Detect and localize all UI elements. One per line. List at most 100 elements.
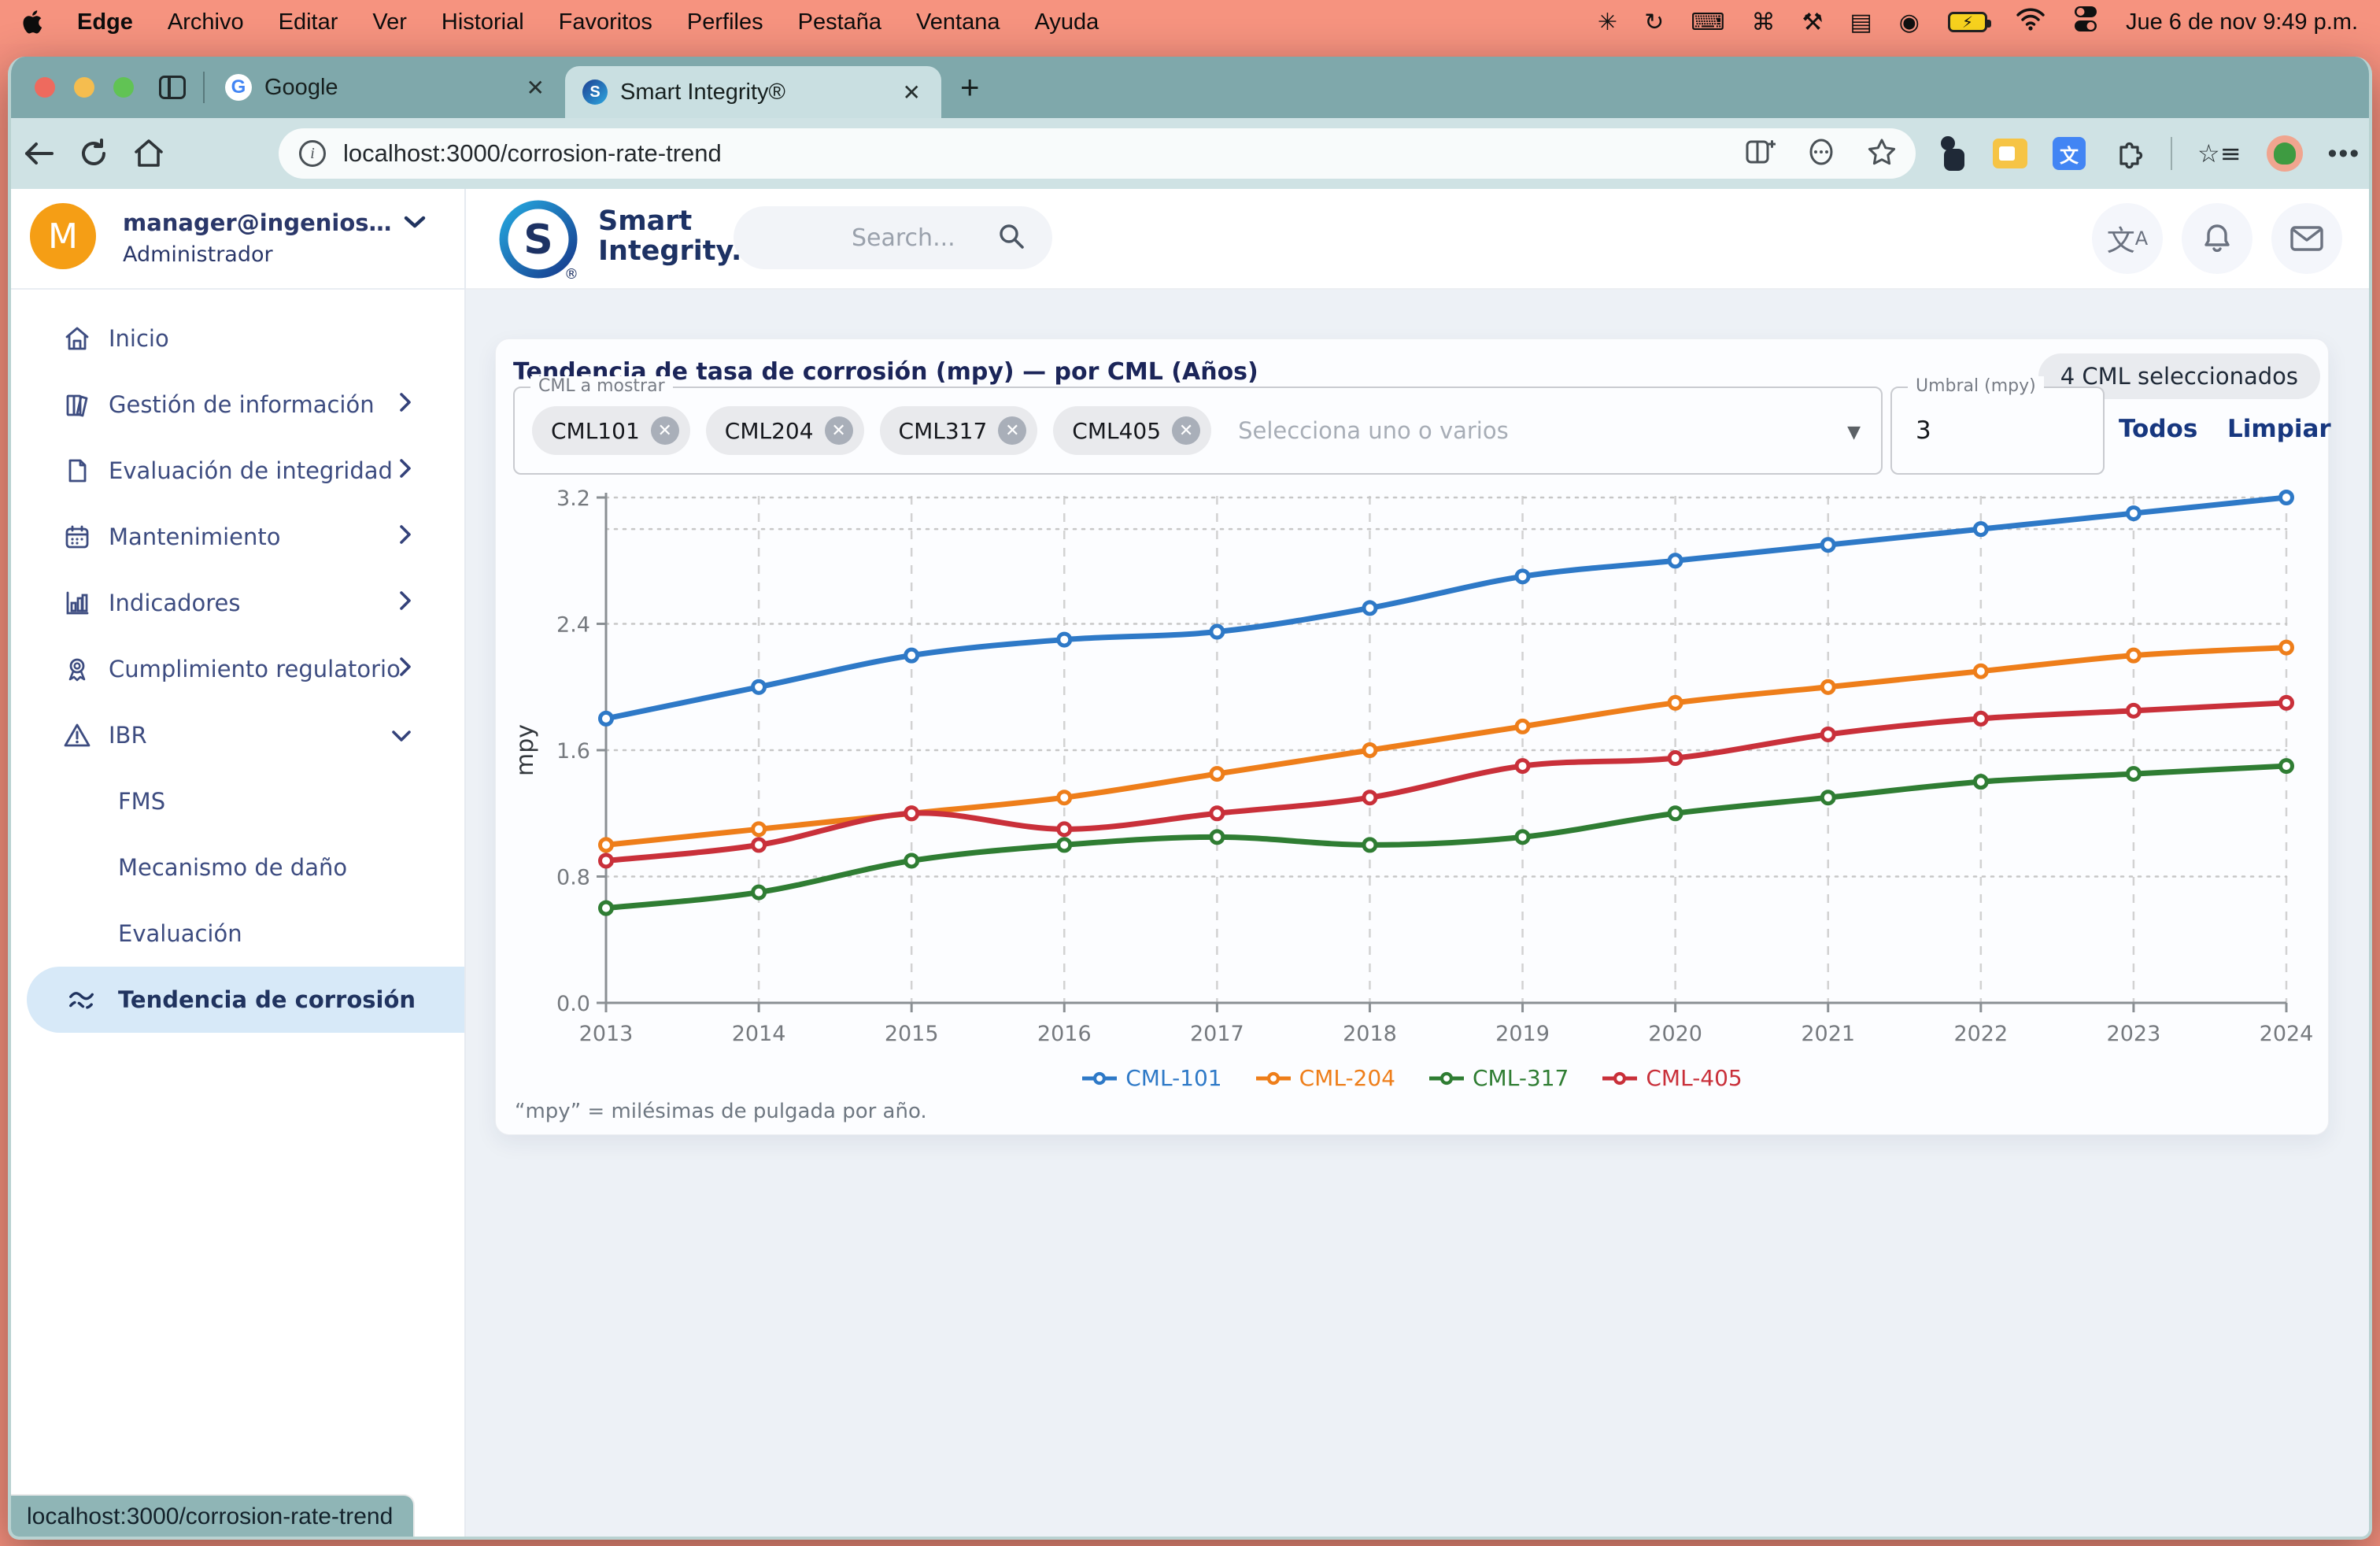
main-column: S ® Smart Integrity. Search... 文A (466, 189, 2372, 1540)
menu-item-archivo[interactable]: Archivo (168, 9, 244, 35)
openai-icon[interactable]: ✳ (1598, 9, 1617, 36)
cml-chip-cml317[interactable]: CML317✕ (880, 406, 1038, 455)
sidebar-item-fms[interactable]: FMS (11, 768, 464, 834)
home-icon[interactable] (121, 137, 176, 170)
bar-chart-icon (63, 589, 91, 617)
menu-item-ayuda[interactable]: Ayuda (1035, 9, 1099, 35)
chip-label: CML405 (1072, 418, 1161, 444)
tab-smart-integrity[interactable]: S Smart Integrity® ✕ (565, 66, 941, 118)
sidebar-item-gestion-informacion[interactable]: Gestión de información (11, 372, 464, 438)
cml-chip-cml204[interactable]: CML204✕ (706, 406, 864, 455)
language-icon[interactable]: 文A (2092, 203, 2163, 274)
new-tab-button[interactable]: + (960, 68, 980, 106)
menu-item-pestaña[interactable]: Pestaña (798, 9, 881, 35)
menu-item-favoritos[interactable]: Favoritos (559, 9, 652, 35)
legend-item-cml-405[interactable]: CML-405 (1602, 1065, 1742, 1091)
menu-item-ver[interactable]: Ver (372, 9, 407, 35)
sidebar-item-ibr[interactable]: IBR (11, 702, 464, 768)
split-screen-icon[interactable] (1746, 139, 1776, 169)
warning-triangle-icon (63, 721, 91, 749)
extensions-puzzle-icon[interactable] (2111, 135, 2145, 173)
favorite-star-icon[interactable] (1867, 138, 1897, 170)
chip-remove-icon[interactable]: ✕ (651, 416, 679, 445)
profile-avatar[interactable] (2267, 135, 2303, 172)
address-bar[interactable]: i localhost:3000/corrosion-rate-trend (279, 128, 1916, 179)
chip-remove-icon[interactable]: ✕ (998, 416, 1026, 445)
wifi-icon[interactable] (2016, 7, 2046, 37)
menu-item-edge[interactable]: Edge (77, 9, 133, 35)
sidebar-item-tendencia-corrosion[interactable]: Tendencia de corrosión (27, 967, 464, 1033)
favorites-bar-icon[interactable]: ☆≡ (2197, 139, 2241, 168)
minimize-window-button[interactable] (74, 77, 94, 98)
settings-more-icon[interactable]: ••• (2328, 139, 2361, 169)
sidebar-item-inicio[interactable]: Inicio (11, 305, 464, 372)
command-icon[interactable]: ⌘ (1752, 9, 1776, 36)
tab-close-icon[interactable]: ✕ (896, 76, 927, 109)
close-window-button[interactable] (35, 77, 55, 98)
sidebar-item-indicadores[interactable]: Indicadores (11, 570, 464, 636)
sidebar-item-mecanismo-dano[interactable]: Mecanismo de daño (11, 834, 464, 901)
user-block[interactable]: M manager@ingenioservi... Administrador (11, 189, 464, 290)
cml-chip-cml101[interactable]: CML101✕ (532, 406, 690, 455)
legend-item-cml-101[interactable]: CML-101 (1081, 1065, 1221, 1091)
extension-folder-icon[interactable] (1993, 139, 2027, 168)
keyboard-icon[interactable]: ⌨ (1691, 9, 1724, 36)
refresh-icon[interactable] (66, 138, 121, 169)
home-icon (63, 324, 91, 353)
line-chart: 0.00.81.62.43.22013201420152016201720182… (508, 486, 2318, 1052)
menu-item-ventana[interactable]: Ventana (916, 9, 1000, 35)
chip-remove-icon[interactable]: ✕ (1172, 416, 1200, 445)
corrosion-trend-card: Tendencia de tasa de corrosión (mpy) — p… (495, 338, 2329, 1135)
menu-bar-clock[interactable]: Jue 6 de nov 9:49 p.m. (2126, 9, 2358, 35)
battery-icon[interactable]: ⚡ (1948, 12, 1987, 32)
select-all-button[interactable]: Todos (2119, 415, 2197, 443)
tape-icon[interactable]: ◉ (1899, 9, 1920, 36)
menu-item-historial[interactable]: Historial (442, 9, 524, 35)
back-icon[interactable] (11, 138, 66, 169)
url-text[interactable]: localhost:3000/corrosion-rate-trend (343, 139, 1746, 168)
apple-menu-icon[interactable] (22, 10, 42, 34)
control-center-icon[interactable] (2074, 6, 2097, 39)
clipboard-icon[interactable]: ▤ (1850, 9, 1872, 36)
sidebar-item-cumplimiento-regulatorio[interactable]: Cumplimiento regulatorio (11, 636, 464, 702)
svg-text:2024: 2024 (2260, 1022, 2314, 1046)
legend-label: CML-204 (1299, 1065, 1395, 1091)
dropdown-caret-icon[interactable]: ▼ (1847, 423, 1861, 442)
svg-text:S: S (523, 216, 552, 264)
chevron-right-icon (398, 457, 412, 485)
search-input[interactable]: Search... (734, 206, 1052, 269)
threshold-input[interactable]: Umbral (mpy) 3 (1890, 386, 2105, 475)
logo-wordmark: Smart Integrity. (598, 206, 741, 266)
legend-item-cml-204[interactable]: CML-204 (1255, 1065, 1395, 1091)
menu-item-perfiles[interactable]: Perfiles (687, 9, 763, 35)
tab-overview-icon[interactable] (159, 76, 186, 99)
sidebar-item-evaluacion[interactable]: Evaluación (11, 901, 464, 967)
google-translate-icon[interactable]: 文 (2053, 137, 2086, 170)
sidebar-item-evaluacion-integridad[interactable]: Evaluación de integridad (11, 438, 464, 504)
loop-icon[interactable]: ↻ (1644, 9, 1664, 36)
chevron-down-icon[interactable] (403, 214, 427, 234)
site-info-icon[interactable]: i (299, 140, 326, 167)
extension-figure-icon[interactable] (1938, 136, 1968, 171)
zoom-window-button[interactable] (113, 77, 134, 98)
tab-close-icon[interactable]: ✕ (520, 72, 551, 104)
notifications-bell-icon[interactable] (2182, 203, 2252, 274)
smart-integrity-logo[interactable]: S ® (496, 197, 581, 282)
sidebar-item-mantenimiento[interactable]: Mantenimiento (11, 504, 464, 570)
svg-text:®: ® (564, 266, 578, 282)
clear-button[interactable]: Limpiar (2227, 415, 2331, 443)
menu-item-editar[interactable]: Editar (279, 9, 338, 35)
more-tools-icon[interactable] (1807, 138, 1835, 170)
mail-icon[interactable] (2271, 203, 2342, 274)
search-icon[interactable] (997, 222, 1026, 254)
svg-text:3.2: 3.2 (556, 486, 590, 511)
svg-text:2021: 2021 (1801, 1022, 1855, 1046)
tab-google[interactable]: G Google ✕ (209, 57, 565, 118)
legend-item-cml-317[interactable]: CML-317 (1428, 1065, 1569, 1091)
cml-chip-cml405[interactable]: CML405 ✕ (1053, 406, 1211, 455)
cml-multiselect[interactable]: CML a mostrar CML101✕CML204✕CML317✕CML40… (513, 386, 1883, 475)
tools-icon[interactable]: ⚒ (1802, 9, 1824, 36)
smart-integrity-favicon: S (582, 80, 608, 105)
threshold-value[interactable]: 3 (1916, 416, 1931, 445)
chip-remove-icon[interactable]: ✕ (825, 416, 853, 445)
